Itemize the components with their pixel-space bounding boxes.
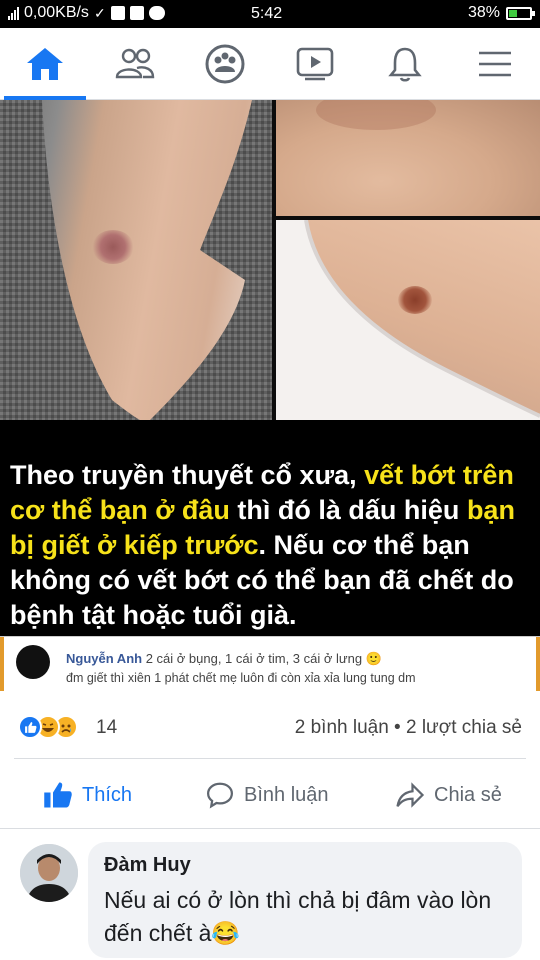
comment-author[interactable]: Đàm Huy [104, 854, 191, 877]
post-image[interactable] [0, 100, 540, 420]
network-speed: 0,00KB/s [24, 4, 89, 21]
embedded-text: 2 cái ở bụng, 1 cái ở tim, 3 cái ở lưng [142, 651, 366, 666]
video-icon [296, 47, 334, 81]
top-nav-bar [0, 28, 540, 100]
status-left: 0,00KB/s ✓ [8, 4, 165, 22]
photo-skin-closeup [276, 100, 540, 216]
comment-text: Nếu ai có ở lòn thì chả bị đâm vào lòn đ… [104, 884, 514, 950]
embed-border [0, 637, 4, 691]
smile-icon: 🙂 [365, 651, 382, 666]
embedded-comment: Nguyễn Anh 2 cái ở bụng, 1 cái ở tim, 3 … [0, 636, 540, 691]
like-label: Thích [82, 783, 133, 806]
photo-back-birthmark [0, 100, 272, 420]
comment-label: Bình luận [244, 783, 329, 806]
nav-groups[interactable] [180, 28, 270, 100]
caption-part: Theo truyền thuyết cổ xưa, [10, 460, 365, 490]
messenger-icon [148, 6, 165, 20]
embedded-comment-line1: Nguyễn Anh 2 cái ở bụng, 1 cái ở tim, 3 … [66, 651, 382, 667]
tank-top-shape [0, 100, 272, 420]
nav-notifications[interactable] [360, 28, 450, 100]
bell-icon [388, 47, 422, 82]
download-icon [110, 6, 125, 20]
caption-text: Theo truyền thuyết cổ xưa, vết bớt trên … [10, 458, 530, 633]
reactions-summary[interactable]: 14 2 bình luận • 2 lượt chia sẻ [0, 700, 540, 754]
embedded-comment-line2: đm giết thì xiên 1 phát chết mẹ luôn đi … [66, 671, 416, 685]
news-icon [129, 6, 144, 20]
divider [14, 758, 526, 759]
battery-icon [506, 6, 535, 20]
status-bar: 0,00KB/s ✓ 5:42 38% [0, 0, 540, 28]
check-icon: ✓ [93, 4, 106, 21]
friends-icon [115, 48, 155, 79]
groups-icon [205, 44, 245, 84]
comments-shares-count[interactable]: 2 bình luận • 2 lượt chia sẻ [295, 717, 522, 739]
caption-part: thì đó là dấu hiệu [229, 495, 467, 525]
menu-icon [479, 51, 511, 77]
birthmark-spot [316, 100, 436, 130]
like-icon [18, 715, 42, 739]
battery-percent: 38% [467, 4, 500, 21]
divider [0, 828, 540, 829]
reaction-icons [18, 715, 98, 741]
birthmark-spot [398, 286, 432, 314]
bra-strap-shape [276, 220, 540, 420]
avatar [16, 645, 50, 679]
comment: Đàm Huy Nếu ai có ở lòn thì chả bị đâm v… [0, 838, 540, 960]
home-icon [27, 48, 63, 80]
share-label: Chia sẻ [434, 783, 502, 806]
share-icon [396, 782, 425, 808]
profile-photo [20, 844, 78, 902]
embedded-author: Nguyễn Anh [66, 651, 143, 666]
comment-icon [206, 782, 234, 809]
signal-icon [8, 6, 19, 20]
nav-menu[interactable] [450, 28, 540, 100]
nav-home[interactable] [0, 28, 90, 100]
thumbs-up-icon [44, 782, 72, 808]
birthmark-spot [92, 230, 134, 264]
nav-friends[interactable] [90, 28, 180, 100]
image-caption: Theo truyền thuyết cổ xưa, vết bớt trên … [0, 420, 540, 636]
post-actions: Thích Bình luận Chia sẻ [0, 764, 540, 826]
comment-body: Nếu ai có ở lòn thì chả bị đâm vào lòn đ… [104, 887, 492, 946]
comment-bubble[interactable]: Đàm Huy Nếu ai có ở lòn thì chả bị đâm v… [88, 842, 522, 958]
laughing-emoji-icon: 😂 [211, 920, 241, 946]
embed-border [536, 637, 540, 691]
share-button[interactable]: Chia sẻ [394, 776, 502, 814]
avatar[interactable] [20, 844, 78, 902]
status-right: 38% [467, 4, 535, 22]
nav-watch[interactable] [270, 28, 360, 100]
facebook-app-screen: 0,00KB/s ✓ 5:42 38% Theo truyền thuyết c… [0, 0, 540, 960]
reaction-count: 14 [96, 717, 118, 738]
comment-button[interactable]: Bình luận [204, 776, 329, 814]
like-button[interactable]: Thích [42, 776, 132, 814]
photo-shoulder-birthmark [276, 220, 540, 420]
clock: 5:42 [251, 5, 283, 22]
